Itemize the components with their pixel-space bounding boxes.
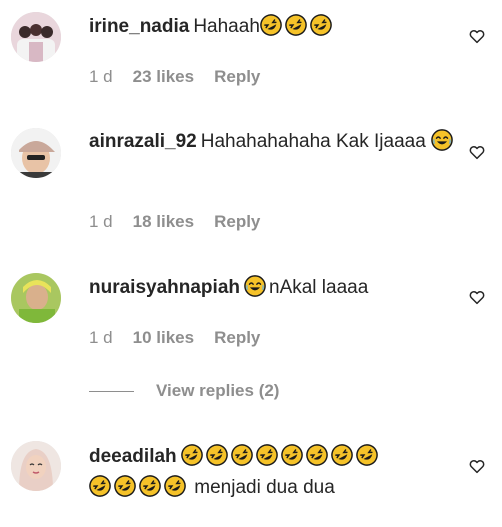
comment-text: Hahahahahaha Kak Ijaaaa (200, 131, 426, 152)
green-outfit-avatar-icon (11, 273, 61, 323)
comment-username[interactable]: nuraisyahnapiah (89, 277, 240, 298)
rolling-on-floor-laughing-emoji-icon (164, 475, 186, 497)
heart-outline-icon[interactable] (468, 457, 486, 475)
comment-time: 1 d (89, 212, 113, 231)
comment-time: 1 d (89, 328, 113, 347)
rolling-on-floor-laughing-emoji-icon (356, 444, 378, 466)
avatar[interactable] (11, 128, 61, 178)
rolling-on-floor-laughing-emoji-icon (281, 444, 303, 466)
hijab-avatar-icon (11, 441, 61, 491)
avatar[interactable] (11, 12, 61, 62)
heart-outline-icon[interactable] (468, 288, 486, 306)
like-count[interactable]: 10 likes (133, 328, 194, 348)
comment-text: nAkal laaaa (269, 277, 369, 298)
rolling-on-floor-laughing-emoji-icon (206, 444, 228, 466)
cap-person-avatar-icon (11, 128, 61, 178)
heart-outline-icon[interactable] (468, 27, 486, 45)
rolling-on-floor-laughing-emoji-icon (256, 444, 278, 466)
rolling-on-floor-laughing-emoji-icon (285, 14, 307, 36)
comment-time: 1 d (89, 67, 113, 86)
rolling-on-floor-laughing-emoji-icon (260, 14, 282, 36)
rolling-on-floor-laughing-emoji-icon (139, 475, 161, 497)
rolling-on-floor-laughing-emoji-icon (181, 444, 203, 466)
comment-username[interactable]: ainrazali_92 (89, 131, 197, 152)
view-replies-label: View replies (2) (156, 381, 280, 400)
like-count[interactable]: 18 likes (133, 212, 194, 232)
view-replies-button[interactable]: View replies (2) (89, 381, 279, 401)
rolling-on-floor-laughing-emoji-icon (331, 444, 353, 466)
heart-outline-icon[interactable] (468, 143, 486, 161)
comment-text: menjadi dua dua (194, 477, 335, 498)
rolling-on-floor-laughing-emoji-icon (231, 444, 253, 466)
reply-button[interactable]: Reply (214, 67, 260, 87)
comment-text: Hahaah (193, 16, 260, 37)
reply-button[interactable]: Reply (214, 328, 260, 348)
reply-button[interactable]: Reply (214, 212, 260, 232)
rolling-on-floor-laughing-emoji-icon (310, 14, 332, 36)
rolling-on-floor-laughing-emoji-icon (89, 475, 111, 497)
rolling-on-floor-laughing-emoji-icon (114, 475, 136, 497)
divider-line (89, 390, 134, 392)
tears-of-joy-emoji-icon (244, 275, 266, 297)
group-photo-avatar-icon (11, 12, 61, 62)
comment-username[interactable]: deeadilah (89, 446, 177, 467)
like-count[interactable]: 23 likes (133, 67, 194, 87)
avatar[interactable] (11, 273, 61, 323)
tears-of-joy-emoji-icon (431, 129, 453, 151)
rolling-on-floor-laughing-emoji-icon (306, 444, 328, 466)
avatar[interactable] (11, 441, 61, 491)
comment-username[interactable]: irine_nadia (89, 16, 189, 37)
